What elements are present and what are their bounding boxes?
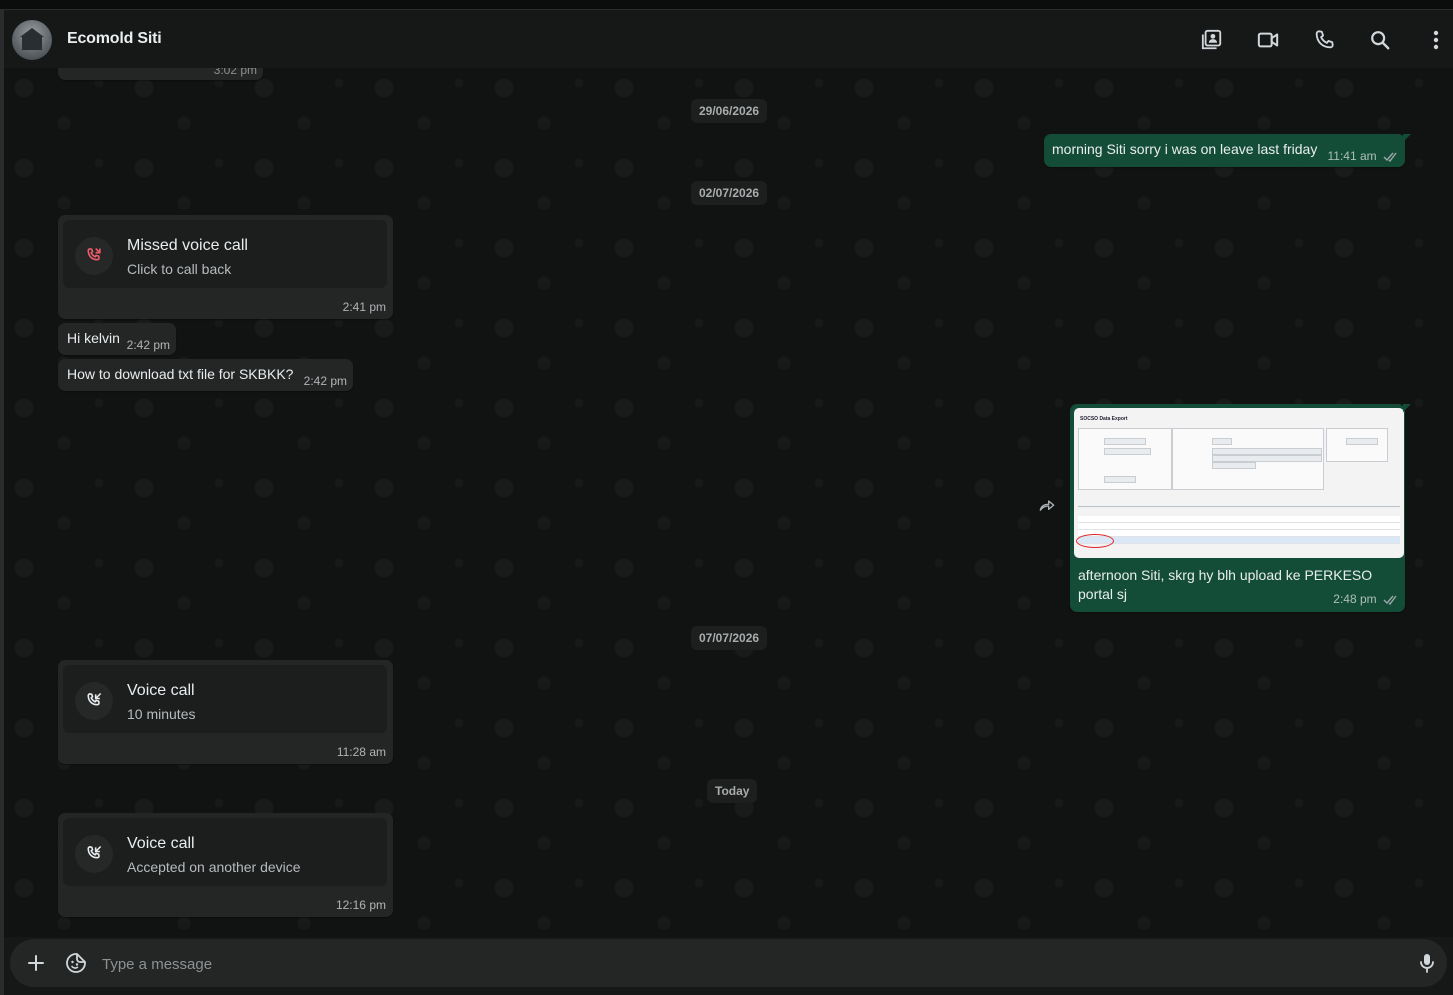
bubble-tail	[1403, 134, 1411, 142]
incoming-message[interactable]: Hi kelvin 2:42 pm	[58, 323, 176, 355]
missed-call-message[interactable]: Missed voice call Click to call back 2:4…	[58, 215, 393, 319]
missed-call-icon	[75, 237, 113, 275]
date-separator: 29/06/2026	[691, 99, 768, 123]
message-meta: 2:48 pm	[1333, 592, 1399, 606]
date-separator: 02/07/2026	[691, 181, 768, 205]
bubble-tail	[1403, 404, 1411, 412]
contact-card-icon[interactable]	[1199, 27, 1225, 53]
message-time: 11:41 am	[1327, 149, 1377, 163]
chat-header: Ecomold Siti	[4, 10, 1453, 68]
message-text: morning Siti sorry i was on leave last f…	[1052, 141, 1318, 157]
microphone-icon[interactable]	[1415, 951, 1439, 975]
message-text: Hi kelvin	[67, 330, 120, 346]
partial-message[interactable]: 3:02 pm	[58, 68, 263, 80]
highlight-annotation	[1076, 534, 1114, 548]
message-time: 12:16 pm	[335, 898, 386, 912]
call-title: Voice call	[127, 682, 195, 699]
message-text: How to download txt file for SKBKK?	[67, 366, 294, 382]
caption-line: afternoon Siti, skrg hy blh upload ke PE…	[1078, 567, 1373, 583]
outgoing-message[interactable]: morning Siti sorry i was on leave last f…	[1044, 134, 1405, 167]
window-top-border	[0, 0, 1453, 10]
call-subtitle: 10 minutes	[127, 706, 196, 722]
contact-name[interactable]: Ecomold Siti	[67, 30, 162, 48]
voice-call-icon[interactable]	[1311, 27, 1337, 53]
incoming-call-icon	[75, 835, 113, 873]
video-call-icon[interactable]	[1255, 27, 1281, 53]
message-composer	[10, 939, 1447, 987]
attached-image[interactable]: SOCSO Data Export	[1074, 408, 1404, 558]
incoming-message[interactable]: How to download txt file for SKBKK? 2:42…	[58, 359, 353, 391]
message-input[interactable]	[100, 947, 1394, 981]
sticker-emoji-icon[interactable]	[64, 951, 88, 975]
call-card[interactable]: Voice call Accepted on another device	[63, 818, 387, 886]
voice-call-message[interactable]: Voice call 10 minutes 11:28 am	[58, 660, 393, 764]
message-time: 2:42 pm	[303, 374, 347, 388]
message-time: 3:02 pm	[213, 68, 257, 77]
search-icon[interactable]	[1367, 27, 1393, 53]
more-options-icon[interactable]	[1423, 27, 1449, 53]
read-ticks-icon	[1383, 152, 1397, 163]
voice-call-message[interactable]: Voice call Accepted on another device 12…	[58, 813, 393, 917]
call-title: Voice call	[127, 835, 195, 852]
image-title: SOCSO Data Export	[1080, 416, 1128, 422]
message-list[interactable]: 3:02 pm 29/06/2026 morning Siti sorry i …	[4, 68, 1453, 937]
message-meta: 11:41 am	[1328, 149, 1400, 163]
avatar[interactable]	[12, 20, 52, 60]
date-separator: Today	[707, 779, 758, 803]
call-subtitle: Click to call back	[127, 261, 232, 277]
date-separator: 07/07/2026	[691, 626, 768, 650]
message-time: 2:42 pm	[126, 338, 170, 352]
call-title: Missed voice call	[127, 237, 248, 254]
composer-bar	[4, 937, 1453, 995]
incoming-call-icon	[75, 682, 113, 720]
call-back-card[interactable]: Missed voice call Click to call back	[63, 220, 387, 288]
call-subtitle: Accepted on another device	[127, 859, 301, 875]
attach-plus-icon[interactable]	[24, 951, 48, 975]
call-card[interactable]: Voice call 10 minutes	[63, 665, 387, 733]
message-time: 11:28 am	[336, 745, 386, 759]
read-ticks-icon	[1383, 595, 1397, 606]
message-time: 2:41 pm	[342, 300, 386, 314]
outgoing-image-message[interactable]: SOCSO Data Export afternoon Siti, skrg h…	[1070, 404, 1405, 612]
message-time: 2:48 pm	[1333, 592, 1377, 606]
forward-icon[interactable]	[1037, 496, 1059, 518]
